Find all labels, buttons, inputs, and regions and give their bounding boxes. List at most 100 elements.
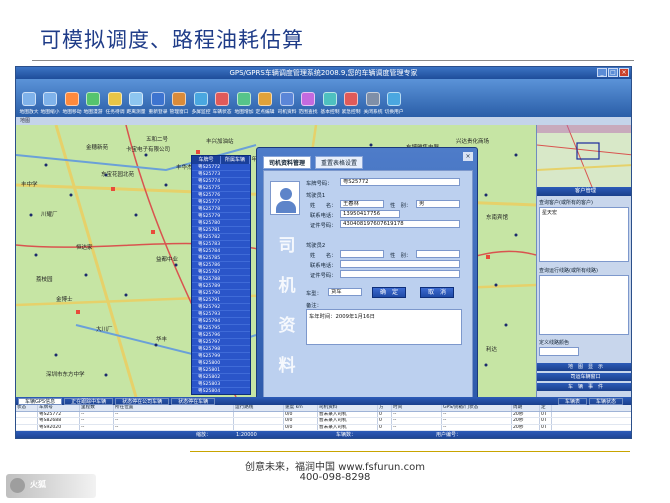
vehicle-list-item[interactable]: 粤S25776 bbox=[192, 192, 250, 199]
vehicle-list-item[interactable]: 粤S25772 bbox=[192, 164, 250, 171]
table-cell: 0 bbox=[378, 424, 392, 430]
vehicle-list-item[interactable]: 粤S25794 bbox=[192, 318, 250, 325]
phone2-input[interactable] bbox=[340, 260, 460, 268]
ok-button[interactable]: 确 定 bbox=[372, 287, 406, 298]
tab-driver-info[interactable]: 司机资料管理 bbox=[263, 156, 312, 169]
grid-column-header[interactable]: 车牌号 bbox=[38, 405, 80, 411]
grid-column-header[interactable]: 速度 km bbox=[284, 405, 318, 411]
vehicle-list-item[interactable]: 粤S25779 bbox=[192, 213, 250, 220]
grid-column-header[interactable]: 运行路线 bbox=[234, 405, 284, 411]
tab-reset-table[interactable]: 重置表格设置 bbox=[315, 156, 364, 169]
tab-map-display[interactable]: 地 图 显 示 bbox=[537, 363, 631, 371]
vehicle-list-item[interactable]: 粤S25790 bbox=[192, 290, 250, 297]
customer-list[interactable]: 星天宏 bbox=[539, 207, 629, 262]
toolbar-button[interactable]: 地图增加 bbox=[233, 92, 255, 115]
vehicle-list-item[interactable]: 粤S25780 bbox=[192, 220, 250, 227]
maximize-button[interactable]: □ bbox=[608, 68, 618, 77]
vehicle-list-item[interactable]: 粤S25789 bbox=[192, 283, 250, 290]
vehicle-list-item[interactable]: 粤S25788 bbox=[192, 276, 250, 283]
tab-parked-company[interactable]: 状态停在公司车辆 bbox=[115, 397, 170, 405]
route-list[interactable] bbox=[539, 275, 629, 335]
grid-column-header[interactable]: 时间 bbox=[392, 405, 442, 411]
vehicle-list-item[interactable]: 粤S25784 bbox=[192, 248, 250, 255]
vehicle-list-item[interactable]: 粤S25778 bbox=[192, 206, 250, 213]
toolbar-button[interactable]: 切换用户 bbox=[384, 92, 406, 115]
gender-select[interactable]: 男 bbox=[416, 200, 460, 208]
vehicle-list-item[interactable]: 粤S25791 bbox=[192, 297, 250, 304]
toolbar-button[interactable]: 定点编辑 bbox=[255, 92, 277, 115]
vehicle-list-item[interactable]: 粤S25792 bbox=[192, 304, 250, 311]
toolbar-button[interactable]: 任务待调 bbox=[104, 92, 126, 115]
name2-input[interactable] bbox=[340, 250, 384, 258]
grid-column-header[interactable]: GPS/货箱/门状态 bbox=[442, 405, 512, 411]
grid-column-header[interactable]: 所在位置 bbox=[114, 405, 234, 411]
vehicle-list-item[interactable]: 粤S25804 bbox=[192, 388, 250, 394]
vehicle-list-item[interactable]: 粤S25798 bbox=[192, 346, 250, 353]
tab-parked[interactable]: 状态停在车辆 bbox=[171, 397, 216, 405]
vehicle-list-item[interactable]: 粤S25796 bbox=[192, 332, 250, 339]
grid-column-header[interactable]: 司机资料 bbox=[318, 405, 378, 411]
toolbar-button[interactable]: 多屏监控 bbox=[190, 92, 212, 115]
vehicle-list-item[interactable]: 粤S25801 bbox=[192, 367, 250, 374]
vehicle-list-item[interactable]: 粤S25799 bbox=[192, 353, 250, 360]
vehicle-list-item[interactable]: 粤S25803 bbox=[192, 381, 250, 388]
vehicle-list-item[interactable]: 粤S25775 bbox=[192, 185, 250, 192]
grid-column-header[interactable]: 里程数 bbox=[80, 405, 114, 411]
map-poi-label: 川耀厂 bbox=[41, 212, 58, 218]
toolbar-button[interactable]: 车辆状态 bbox=[212, 92, 234, 115]
vehicle-list-item[interactable]: 粤S25783 bbox=[192, 241, 250, 248]
tab-gps-info[interactable]: 车辆GPS信息 bbox=[18, 397, 63, 405]
vehicle-list-item[interactable]: 粤S25787 bbox=[192, 269, 250, 276]
note-textarea[interactable]: 车年时间：2009年1月16日 bbox=[306, 309, 462, 345]
vehicle-list-item[interactable]: 粤S25793 bbox=[192, 311, 250, 318]
vehicle-list-item[interactable]: 粤S25795 bbox=[192, 325, 250, 332]
name-input[interactable]: 王春林 bbox=[340, 200, 384, 208]
tab-vehicle-events[interactable]: 车 辆 事 件 bbox=[537, 383, 631, 391]
zoom-value[interactable]: 1:20000 bbox=[236, 431, 257, 438]
toolbar-button[interactable]: 距离测量 bbox=[126, 92, 148, 115]
plate-input[interactable]: 粤S25772 bbox=[340, 178, 460, 186]
phone-input[interactable]: 13950417756 bbox=[340, 210, 400, 218]
gender2-select[interactable] bbox=[416, 250, 460, 258]
tab-vehicle-status[interactable]: 车辆状态 bbox=[588, 397, 623, 405]
cancel-button[interactable]: 取 消 bbox=[420, 287, 454, 298]
toolbar-button[interactable]: 地图漫游 bbox=[83, 92, 105, 115]
grid-column-header[interactable]: 方 bbox=[378, 405, 392, 411]
toolbar-button[interactable]: 关闭系统 bbox=[362, 92, 384, 115]
vehicle-list-item[interactable]: 粤S25786 bbox=[192, 262, 250, 269]
id2-input[interactable] bbox=[340, 270, 460, 278]
route-color-select[interactable] bbox=[539, 347, 579, 356]
vehicle-list-item[interactable]: 粤S25797 bbox=[192, 339, 250, 346]
toolbar-button[interactable]: 地图放大 bbox=[18, 92, 40, 115]
vehicle-list-item[interactable]: 粤S25777 bbox=[192, 199, 250, 206]
tab-vehicle-table[interactable]: 车辆表 bbox=[557, 397, 587, 405]
toolbar-button[interactable]: 地图缩小 bbox=[40, 92, 62, 115]
dialog-close-icon[interactable]: × bbox=[463, 152, 473, 161]
minimize-button[interactable]: _ bbox=[597, 68, 607, 77]
toolbar-button[interactable]: 基本控制 bbox=[319, 92, 341, 115]
vehicle-list-item[interactable]: 粤S25774 bbox=[192, 178, 250, 185]
overview-map[interactable] bbox=[537, 125, 631, 187]
toolbar-button[interactable]: 管理窗口 bbox=[169, 92, 191, 115]
grid-column-header[interactable]: 周期 bbox=[512, 405, 540, 411]
vehicle-list-item[interactable]: 粤S25802 bbox=[192, 374, 250, 381]
vehicle-list-item[interactable]: 粤S25785 bbox=[192, 255, 250, 262]
tab-running-vehicles[interactable]: 司运车辆窗口 bbox=[537, 373, 631, 381]
vehicle-list-item[interactable]: 粤S25782 bbox=[192, 234, 250, 241]
table-cell: 0 bbox=[378, 411, 392, 417]
toolbar-button[interactable]: 紧急控制 bbox=[341, 92, 363, 115]
close-button[interactable]: × bbox=[619, 68, 629, 77]
vehicle-list-item[interactable]: 粤S25773 bbox=[192, 171, 250, 178]
vehicle-type-select[interactable]: 货车 bbox=[328, 288, 362, 296]
grid-column-header[interactable]: 状态 bbox=[16, 405, 38, 411]
toolbar-button[interactable]: 司机资料 bbox=[276, 92, 298, 115]
id-input[interactable]: 430408197607619178 bbox=[340, 220, 460, 228]
vehicle-list-item[interactable]: 粤S25800 bbox=[192, 360, 250, 367]
tab-tracking[interactable]: 正在跟踪中车辆 bbox=[64, 397, 114, 405]
toolbar-icon bbox=[258, 92, 273, 106]
toolbar-button[interactable]: 地图移动 bbox=[61, 92, 83, 115]
grid-column-header[interactable]: 定 bbox=[540, 405, 552, 411]
toolbar-button[interactable]: 范围查找 bbox=[298, 92, 320, 115]
vehicle-list-item[interactable]: 粤S25781 bbox=[192, 227, 250, 234]
toolbar-button[interactable]: 重新登录 bbox=[147, 92, 169, 115]
